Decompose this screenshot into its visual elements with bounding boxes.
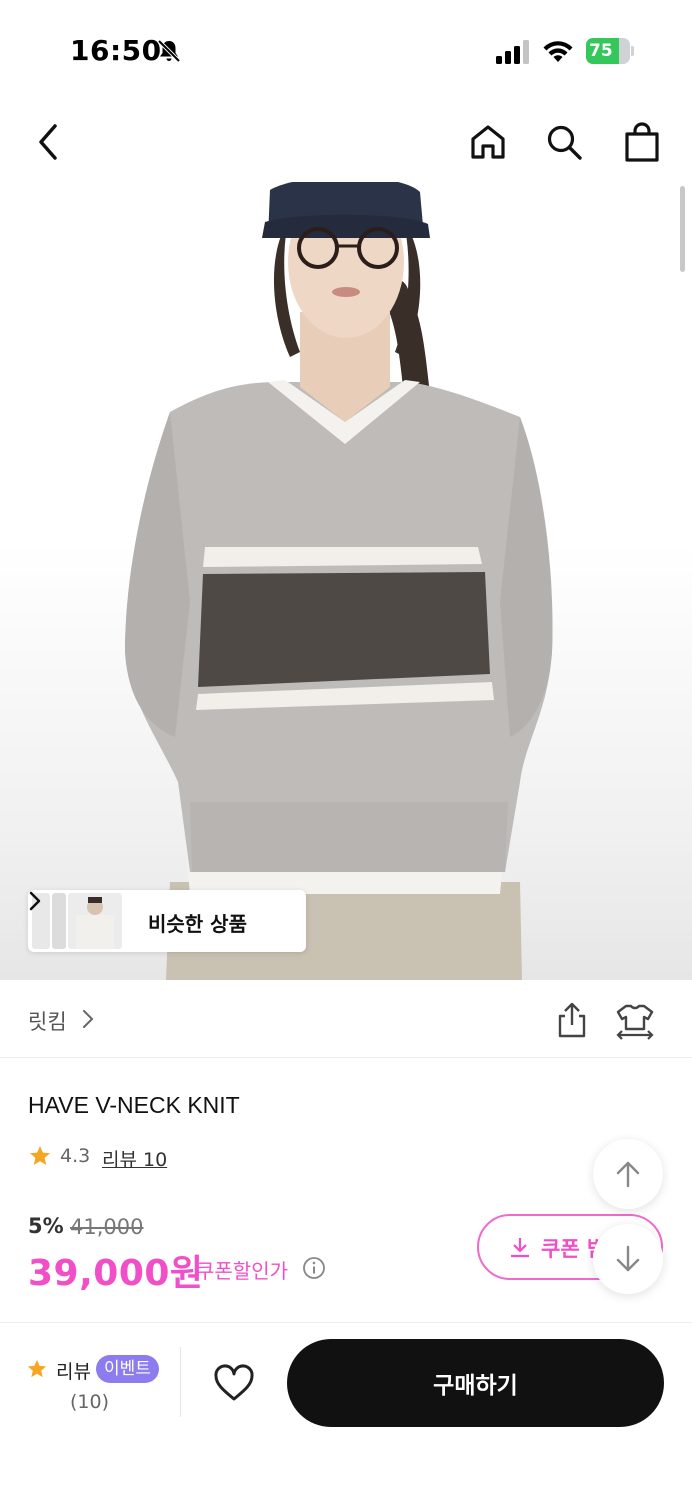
chevron-right-icon[interactable] — [82, 1009, 94, 1029]
bell-slash-icon — [157, 39, 181, 63]
chevron-left-icon — [39, 124, 57, 160]
status-time: 16:50 — [70, 34, 162, 67]
download-icon — [511, 1238, 529, 1258]
search-button[interactable] — [542, 120, 586, 164]
bottom-action-bar: 리뷰 이벤트 (10) 구매하기 — [0, 1322, 692, 1500]
similar-products-label: 비슷한 상품 — [148, 912, 247, 936]
share-icon[interactable] — [552, 1000, 592, 1040]
buy-button[interactable]: 구매하기 — [287, 1339, 664, 1427]
star-icon — [27, 1359, 47, 1378]
scroll-bottom-button[interactable] — [593, 1224, 663, 1294]
cellular-signal-icon — [496, 40, 529, 64]
search-icon — [547, 125, 582, 160]
arrow-up-icon — [616, 1161, 640, 1188]
divider — [180, 1347, 181, 1417]
review-count: (10) — [70, 1391, 110, 1413]
cart-button[interactable] — [620, 120, 664, 164]
product-image-carousel[interactable]: 비슷한 상품 — [0, 182, 692, 980]
review-label: 리뷰 — [56, 1361, 91, 1383]
star-icon — [30, 1146, 50, 1165]
back-button[interactable] — [26, 120, 70, 164]
wifi-icon — [543, 41, 573, 62]
sale-price: 39,000원 — [28, 1253, 204, 1294]
similar-product-thumbnail — [68, 893, 122, 949]
brand-row: 릿킴 — [0, 980, 692, 1058]
battery-charging-icon: 75 — [586, 38, 634, 64]
info-icon[interactable] — [302, 1256, 326, 1280]
scroll-indicator — [680, 186, 685, 272]
shopping-bag-icon — [625, 122, 659, 162]
home-button[interactable] — [466, 120, 510, 164]
discount-rate: 5% — [28, 1214, 64, 1238]
chevron-right-icon — [29, 891, 41, 911]
similar-product-thumbnail — [52, 893, 66, 949]
coupon-price-label: 쿠폰할인가 — [196, 1259, 288, 1283]
similar-products-button[interactable]: 비슷한 상품 — [28, 890, 306, 952]
product-title: HAVE V-NECK KNIT — [28, 1092, 240, 1118]
original-price: 41,000 — [70, 1215, 144, 1239]
wishlist-button[interactable] — [210, 1359, 258, 1407]
product-photo — [125, 182, 553, 980]
size-compare-icon[interactable] — [614, 1000, 656, 1040]
review-link[interactable]: 리뷰 10 — [102, 1145, 167, 1172]
heart-icon — [214, 1364, 254, 1401]
scroll-top-button[interactable] — [593, 1139, 663, 1209]
battery-level: 75 — [589, 41, 613, 61]
rating-value: 4.3 — [60, 1145, 91, 1167]
home-icon — [471, 125, 505, 159]
arrow-down-icon — [616, 1245, 640, 1272]
event-badge: 이벤트 — [96, 1355, 159, 1383]
status-bar: 16:50 75 — [0, 0, 692, 100]
top-nav-bar — [0, 100, 692, 182]
brand-link[interactable]: 릿킴 — [28, 1006, 67, 1036]
